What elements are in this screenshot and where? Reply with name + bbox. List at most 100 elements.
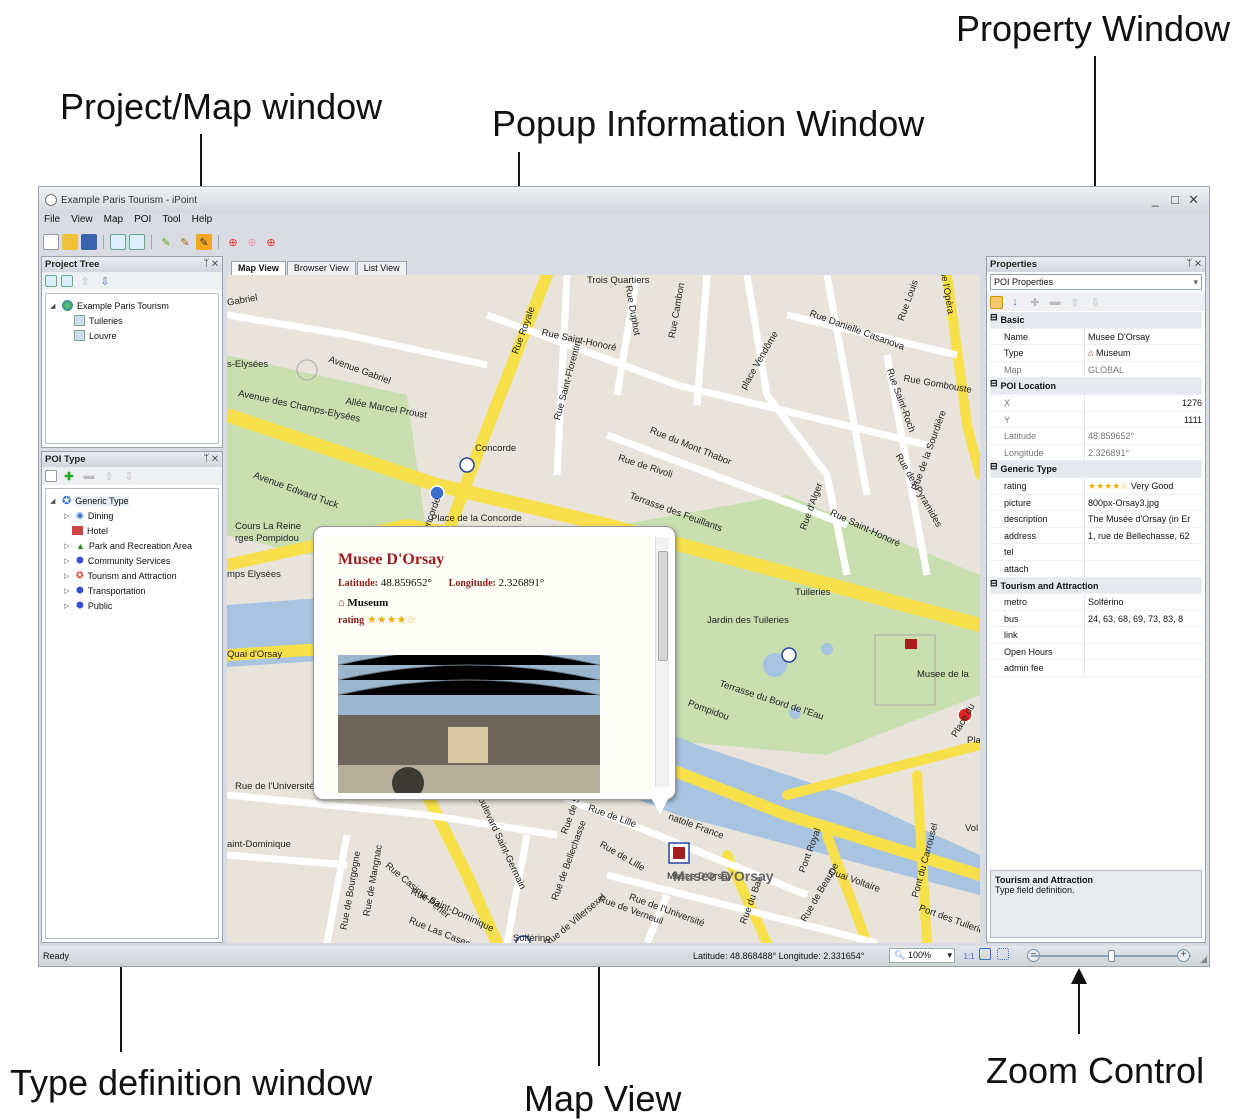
minimize-button[interactable]: _ (1152, 192, 1159, 207)
property-value[interactable]: 1111 (1085, 412, 1202, 428)
sort-alpha-icon[interactable]: ↓ (1007, 294, 1023, 310)
tree-node-type[interactable]: ▷ ⬢ Public (50, 598, 214, 613)
property-row[interactable]: Map GLOBAL (990, 361, 1202, 379)
menu-tool[interactable]: Tool (161, 214, 181, 230)
zoom-slider-thumb[interactable] (1108, 950, 1115, 962)
add-map-icon[interactable] (110, 234, 126, 250)
zoom-in-button[interactable]: + (1177, 949, 1190, 962)
collapse-box-icon[interactable]: ⊟ (990, 378, 998, 394)
tree-node-root[interactable]: ◢ ✪ Generic Type (50, 493, 214, 508)
remove-map-icon[interactable] (129, 234, 145, 250)
collapse-icon[interactable]: ▷ (64, 602, 72, 610)
pin-select-icon[interactable]: ✎ (196, 234, 212, 250)
categorized-icon[interactable] (990, 295, 1003, 309)
tab-list-view[interactable]: List View (356, 261, 407, 275)
zoom-select[interactable]: 🔍︎ 100% ▾ (889, 948, 955, 963)
menu-help[interactable]: Help (191, 214, 214, 230)
move-up-icon[interactable]: ⇧ (77, 273, 93, 289)
property-category[interactable]: ⊟ POI Location (990, 378, 1202, 395)
property-value[interactable]: ⌂ Museum (1085, 345, 1202, 361)
property-value[interactable] (1085, 627, 1202, 643)
property-value[interactable]: GLOBAL (1085, 362, 1202, 378)
property-value[interactable]: Solférino (1085, 594, 1202, 610)
expand-icon[interactable]: ◢ (50, 302, 58, 310)
property-row[interactable]: Longitude 2.326891° (990, 444, 1202, 462)
collapse-icon[interactable]: ▷ (64, 542, 72, 550)
tab-map-view[interactable]: Map View (231, 261, 286, 275)
tree-node-map[interactable]: Tuileries (50, 313, 214, 328)
expand-icon[interactable]: ◢ (50, 497, 58, 505)
collapse-box-icon[interactable]: ⊟ (990, 578, 998, 594)
map-view[interactable]: Gabriel Avenue Gabriel s-Elysées Allée Marc… (227, 275, 980, 943)
chevron-down-icon[interactable]: ▾ (947, 950, 952, 961)
property-category[interactable]: ⊟ Tourism and Attraction (990, 577, 1202, 595)
tree-node-type[interactable]: ▷ ✪ Tourism and Attraction (50, 568, 214, 583)
tree-node-type[interactable]: ▷ ⬢ Transportation (50, 583, 214, 598)
move-down-icon[interactable]: ⇩ (97, 273, 113, 289)
tab-browser-view[interactable]: Browser View (286, 261, 356, 275)
collapse-icon[interactable]: ▷ (64, 512, 72, 520)
poi-marker-museum[interactable] (905, 639, 917, 649)
property-value[interactable] (1085, 544, 1202, 560)
pin-close-icon[interactable]: ᛘ ✕ (203, 258, 218, 269)
property-value[interactable]: 48.859652° (1085, 428, 1202, 444)
properties-icon[interactable] (45, 470, 57, 482)
chevron-down-icon[interactable]: ▾ (1193, 277, 1198, 288)
close-button[interactable]: ✕ (1188, 192, 1199, 208)
property-row[interactable]: Type ⌂ Museum (990, 345, 1202, 362)
popup-info-window[interactable]: Musee D'Orsay Latitude: 48.859652° Longi… (313, 526, 676, 815)
maximize-button[interactable]: □ (1171, 192, 1179, 207)
property-value[interactable]: 1, rue de Bellechasse, 62 (1085, 528, 1202, 544)
tree-node-type[interactable]: ▷ ▲ Park and Recreation Area (50, 538, 214, 553)
property-value[interactable] (1085, 660, 1202, 676)
property-row[interactable]: picture 800px-Orsay3.jpg (990, 494, 1202, 512)
collapse-icon[interactable]: ▷ (64, 557, 72, 565)
property-value[interactable]: 1276 (1085, 395, 1202, 411)
collapse-box-icon[interactable]: ⊟ (990, 461, 998, 477)
title-bar[interactable]: Example Paris Tourism - iPoint _ □ ✕ (39, 187, 1209, 213)
move-up-icon[interactable]: ⇧ (101, 468, 117, 484)
tree-node-root[interactable]: ◢ Example Paris Tourism (50, 298, 214, 313)
property-row[interactable]: admin fee (990, 660, 1202, 678)
tree-node-type[interactable]: ▷ ⬢ Community Services (50, 553, 214, 568)
add-map-icon[interactable] (45, 275, 57, 287)
property-row[interactable]: Open Hours (990, 643, 1202, 661)
property-row[interactable]: Y 1111 (990, 411, 1202, 429)
property-row[interactable]: attach (990, 560, 1202, 578)
save-icon[interactable] (81, 234, 97, 250)
scrollbar-thumb[interactable] (658, 551, 668, 661)
tree-node-type[interactable]: ▷ ◉ Dining (50, 508, 214, 523)
target-center-icon[interactable]: ⊕ (263, 234, 279, 250)
zoom-rect-icon[interactable] (997, 948, 1009, 960)
property-value[interactable] (1085, 644, 1202, 660)
pin-edit-icon[interactable]: ✎ (177, 234, 193, 250)
target-disabled-icon[interactable]: ⊕ (244, 234, 260, 250)
menu-file[interactable]: File (43, 214, 61, 230)
remove-icon[interactable]: ▬ (81, 468, 97, 484)
property-category[interactable]: ⊟ Basic (990, 312, 1202, 329)
collapse-box-icon[interactable]: ⊟ (990, 312, 998, 328)
remove-map-icon[interactable] (61, 275, 73, 287)
tree-node-map[interactable]: Louvre (50, 328, 214, 343)
property-row[interactable]: rating ★★★★☆ Very Good (990, 477, 1202, 495)
fit-to-window-icon[interactable] (979, 948, 991, 960)
add-icon[interactable]: ✚ (61, 468, 77, 484)
property-value[interactable] (1085, 561, 1202, 577)
menu-view[interactable]: View (70, 214, 94, 230)
property-row[interactable]: bus 24, 63, 68, 69, 73, 83, 8 (990, 610, 1202, 628)
resize-grip-icon[interactable]: ◢ (1200, 954, 1207, 965)
property-value[interactable]: Musee D'Orsay (1085, 329, 1202, 345)
property-row[interactable]: metro Solférino (990, 594, 1202, 611)
property-row[interactable]: Name Musee D'Orsay (990, 328, 1202, 346)
properties-object-select[interactable]: POI Properties ▾ (990, 274, 1202, 290)
property-row[interactable]: link (990, 627, 1202, 644)
menu-map[interactable]: Map (103, 214, 124, 230)
collapse-icon[interactable]: ▷ (64, 572, 72, 580)
property-row[interactable]: description The Musée d'Orsay (in Er (990, 511, 1202, 528)
property-row[interactable]: tel (990, 544, 1202, 561)
property-value[interactable]: 24, 63, 68, 69, 73, 83, 8 (1085, 611, 1202, 627)
move-up-icon[interactable]: ⇧ (1067, 294, 1083, 310)
move-down-icon[interactable]: ⇩ (1087, 294, 1103, 310)
collapse-icon[interactable]: ▷ (64, 587, 72, 595)
target-icon[interactable]: ⊕ (225, 234, 241, 250)
